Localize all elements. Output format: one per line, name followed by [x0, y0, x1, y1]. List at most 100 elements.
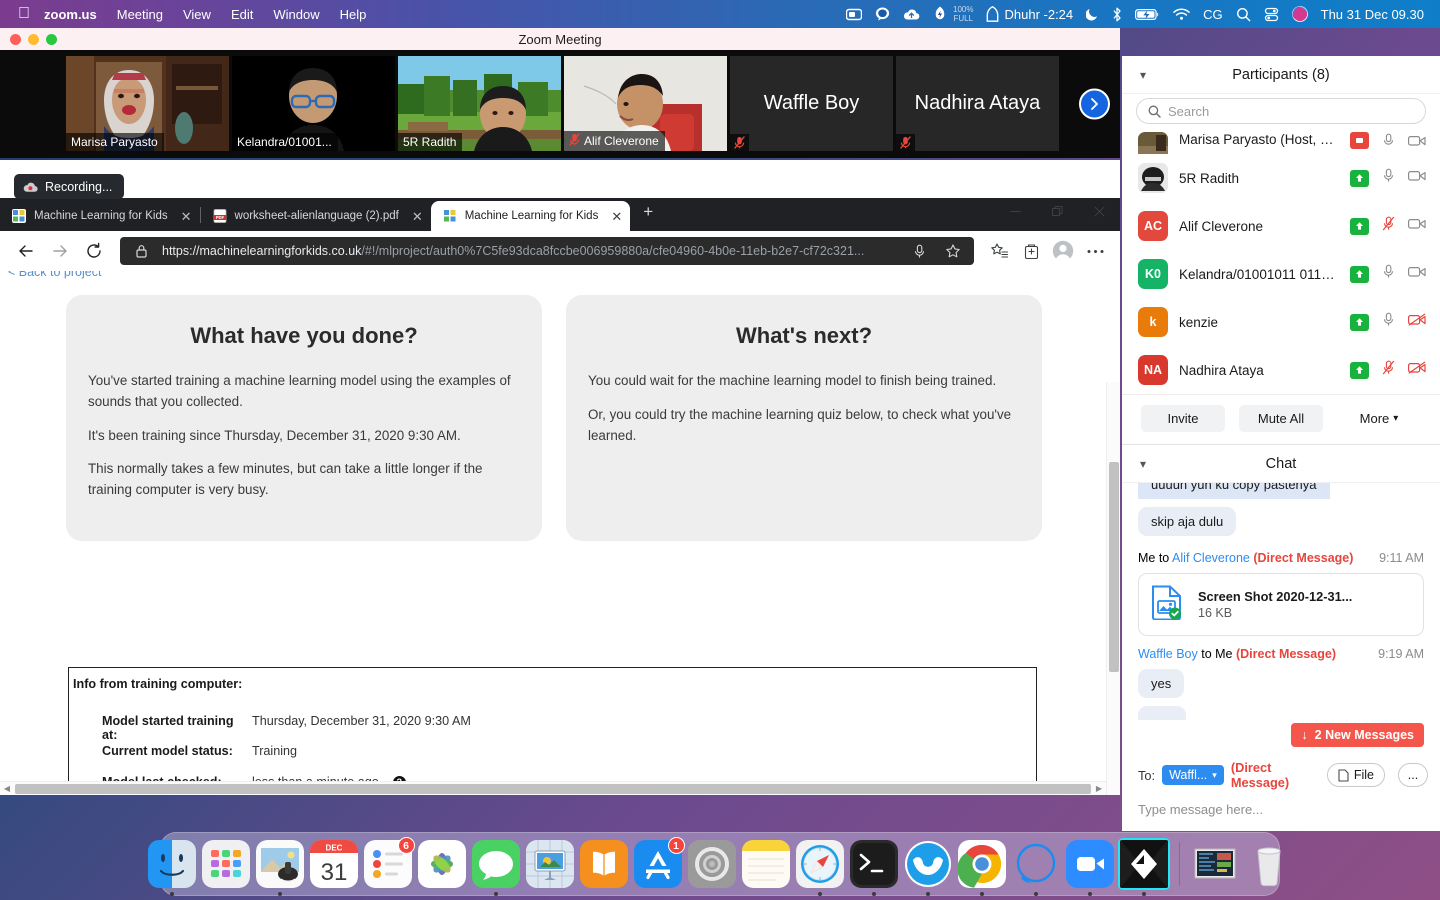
menu-item-help[interactable]: Help: [340, 7, 367, 22]
new-messages-button[interactable]: ↓ 2 New Messages: [1291, 723, 1424, 747]
video-tile-marisa[interactable]: Marisa Paryasto: [66, 56, 229, 151]
mic-icon[interactable]: [1382, 168, 1395, 188]
video-tile-kelandra[interactable]: Kelandra/01001...: [232, 56, 395, 151]
cloud-upload-icon[interactable]: [903, 8, 920, 21]
battery-icon[interactable]: [1135, 8, 1160, 21]
raise-hand-button[interactable]: [1350, 313, 1369, 331]
dock-item-downloads-stack[interactable]: [1191, 840, 1239, 888]
dock-item-gamemaker[interactable]: [1117, 838, 1170, 896]
raise-hand-button[interactable]: [1350, 361, 1369, 379]
reload-button[interactable]: [78, 235, 110, 267]
apple-logo-icon[interactable]: : [18, 6, 30, 22]
do-not-disturb-icon[interactable]: [1086, 7, 1099, 21]
chat-message-input[interactable]: Type message here...: [1122, 796, 1440, 831]
chat-sender[interactable]: Alif Cleverone: [1172, 551, 1250, 565]
dock-item-books[interactable]: [579, 840, 628, 888]
chat-more-button[interactable]: ...: [1398, 763, 1428, 787]
mic-icon[interactable]: [1382, 133, 1395, 153]
chevron-down-icon[interactable]: ▾: [1140, 68, 1146, 82]
menu-item-edit[interactable]: Edit: [231, 7, 253, 22]
scrollbar-thumb[interactable]: [15, 783, 1091, 794]
menu-bar-clock[interactable]: Thu 31 Dec 09.30: [1321, 7, 1424, 22]
raise-hand-badge[interactable]: [1350, 132, 1369, 154]
raise-hand-button[interactable]: [1350, 169, 1369, 187]
page-vertical-scrollbar[interactable]: [1106, 382, 1120, 795]
participant-row-kelandra[interactable]: K0 Kelandra/01001011 0110...: [1122, 250, 1440, 298]
mic-icon[interactable]: [1382, 312, 1395, 332]
participant-row-alif-cleverone[interactable]: AC Alif Cleverone: [1122, 202, 1440, 250]
recipient-dropdown[interactable]: Waffl... ▾: [1162, 765, 1224, 785]
mic-muted-icon[interactable]: [1382, 360, 1395, 380]
page-horizontal-scrollbar[interactable]: ◀ ▶: [0, 781, 1106, 795]
scroll-left-arrow-icon[interactable]: ◀: [0, 784, 14, 793]
dock-item-notes[interactable]: [741, 840, 790, 888]
new-tab-button[interactable]: +: [630, 203, 666, 220]
menu-item-window[interactable]: Window: [273, 7, 319, 22]
dock-item-finder[interactable]: [147, 840, 196, 896]
video-icon[interactable]: [1408, 265, 1426, 283]
chat-message-list[interactable]: uuuun yun ku copy pastenya skip aja dulu…: [1122, 483, 1440, 753]
video-icon[interactable]: [1408, 217, 1426, 235]
participant-row-nadhira-ataya[interactable]: NA Nadhira Ataya: [1122, 346, 1440, 394]
forward-button[interactable]: [44, 235, 76, 267]
dock-item-messages[interactable]: [471, 840, 520, 896]
dock-item-chrome[interactable]: [957, 840, 1006, 896]
chat-file-attachment[interactable]: Screen Shot 2020-12-31... 16 KB: [1138, 572, 1424, 636]
tab-close-icon[interactable]: ✕: [181, 210, 192, 223]
scroll-right-arrow-icon[interactable]: ▶: [1092, 784, 1106, 793]
dock-item-blue-mask-app[interactable]: [904, 840, 952, 896]
wifi-icon[interactable]: [1173, 8, 1190, 21]
control-center-icon[interactable]: [1264, 7, 1279, 22]
invite-button[interactable]: Invite: [1141, 405, 1225, 432]
next-page-button[interactable]: [1079, 88, 1110, 120]
menu-item-zoomus[interactable]: zoom.us: [44, 7, 97, 22]
participant-row-kenzie[interactable]: k kenzie: [1122, 298, 1440, 346]
video-tile-5r-radith[interactable]: 5R Radith: [398, 56, 561, 151]
send-file-button[interactable]: File: [1326, 763, 1385, 787]
bluetooth-icon[interactable]: [1112, 7, 1122, 22]
tab-machine-learning-for-kids-1[interactable]: Machine Learning for Kids ✕: [0, 201, 200, 231]
video-tile-nadhira-ataya[interactable]: Nadhira Ataya: [896, 56, 1059, 151]
mic-muted-icon[interactable]: [1382, 216, 1395, 236]
profile-button[interactable]: [1048, 236, 1078, 266]
chevron-down-icon[interactable]: ▾: [1140, 457, 1146, 471]
video-tile-waffle-boy[interactable]: Waffle Boy: [730, 56, 893, 151]
dock-item-zoom[interactable]: [1065, 840, 1114, 896]
recording-indicator[interactable]: Recording...: [14, 174, 125, 199]
tab-worksheet-pdf[interactable]: PDF worksheet-alienlanguage (2).pdf ✕: [201, 201, 431, 231]
dock-item-system-preferences[interactable]: [687, 840, 736, 888]
video-off-icon[interactable]: [1408, 361, 1426, 379]
close-icon[interactable]: [1078, 198, 1120, 224]
video-icon[interactable]: [1408, 169, 1426, 187]
dock-item-app-store[interactable]: 1: [633, 837, 685, 888]
dock-item-terminal[interactable]: [849, 840, 898, 896]
participant-row-marisa[interactable]: Marisa Paryasto (Host, me): [1122, 132, 1440, 154]
microphone-icon[interactable]: [906, 238, 932, 264]
tab-machine-learning-for-kids-2[interactable]: Machine Learning for Kids ✕: [430, 201, 631, 231]
more-options-button[interactable]: [1080, 236, 1110, 266]
participant-row-5r-radith[interactable]: 5R Radith: [1122, 154, 1440, 202]
siri-icon[interactable]: [1291, 6, 1308, 22]
dock-item-reminders[interactable]: 6: [363, 837, 415, 888]
spotlight-search-icon[interactable]: [1236, 7, 1251, 22]
tab-close-icon[interactable]: ✕: [412, 210, 423, 223]
chat-sender[interactable]: Waffle Boy: [1138, 647, 1198, 661]
star-icon[interactable]: [940, 238, 966, 264]
mic-icon[interactable]: [1382, 264, 1395, 284]
dock-item-safari[interactable]: [795, 840, 844, 896]
screen-recorder-icon[interactable]: [846, 8, 863, 21]
input-source-indicator[interactable]: CG: [1203, 7, 1223, 22]
favorites-button[interactable]: [984, 236, 1014, 266]
tab-close-icon[interactable]: ✕: [611, 210, 622, 223]
raise-hand-button[interactable]: [1350, 217, 1369, 235]
dock-item-launchpad[interactable]: [201, 840, 250, 888]
dock-item-calendar[interactable]: DEC 31: [309, 840, 358, 888]
back-button[interactable]: [10, 235, 42, 267]
back-to-project-link[interactable]: < Back to project: [8, 271, 101, 279]
url-input[interactable]: https://machinelearningforkids.co.uk/#!/…: [120, 237, 974, 265]
search-input[interactable]: Search: [1136, 98, 1426, 124]
more-button[interactable]: More ▾: [1337, 405, 1421, 432]
lock-icon[interactable]: [128, 238, 154, 264]
dock-item-keynote[interactable]: [525, 840, 574, 888]
menu-item-view[interactable]: View: [183, 7, 211, 22]
